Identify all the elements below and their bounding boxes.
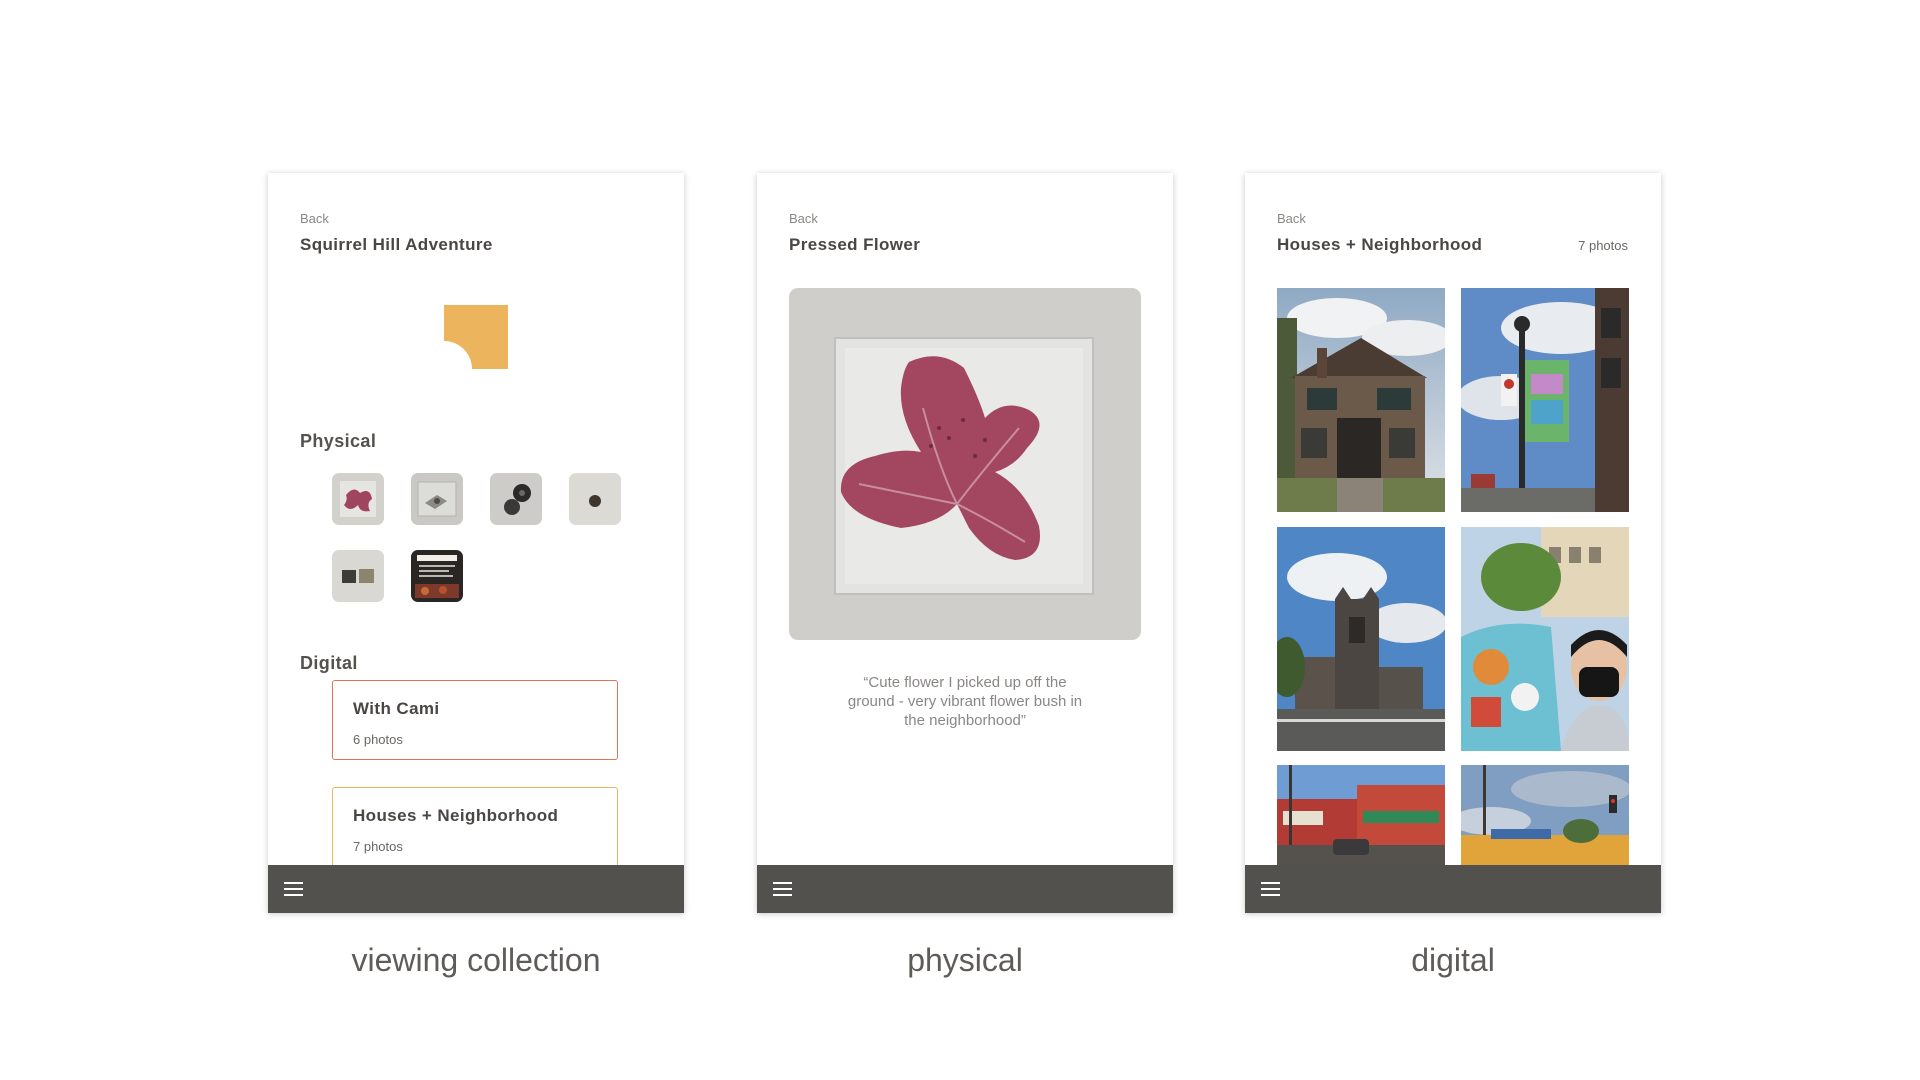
item-note-quote: “Cute flower I picked up off the ground … [847, 674, 1083, 729]
physical-item-screen: Back Pressed Flower “Cute flower I picke… [757, 173, 1173, 913]
hamburger-menu-icon[interactable] [284, 882, 303, 896]
selfie-mural-photo[interactable] [1461, 527, 1629, 751]
back-link[interactable]: Back [300, 211, 329, 226]
bottom-bar [1245, 865, 1661, 913]
collection-content: Back Squirrel Hill Adventure Physical Di… [268, 173, 684, 865]
hamburger-menu-icon[interactable] [1261, 882, 1280, 896]
back-link[interactable]: Back [789, 211, 818, 226]
album-title: With Cami [353, 699, 440, 718]
physical-heading: Physical [300, 431, 377, 451]
page-title: Squirrel Hill Adventure [300, 235, 493, 254]
church-tower-photo[interactable] [1277, 527, 1445, 751]
wrapped-item-thumbnail[interactable] [411, 473, 463, 525]
digital-content: Back Houses + Neighborhood 7 photos [1245, 173, 1661, 865]
buttons-thumbnail[interactable] [490, 473, 542, 525]
collection-screen: Back Squirrel Hill Adventure Physical Di… [268, 173, 684, 913]
noodles-card-thumbnail[interactable] [411, 550, 463, 602]
pressed-flower-photo[interactable] [789, 288, 1141, 640]
digital-album-screen: Back Houses + Neighborhood 7 photos [1245, 173, 1661, 913]
hamburger-menu-icon[interactable] [773, 882, 792, 896]
seed-thumbnail[interactable] [569, 473, 621, 525]
pressed-flower-thumbnail[interactable] [332, 473, 384, 525]
bottom-bar [268, 865, 684, 913]
tiles-thumbnail[interactable] [332, 550, 384, 602]
back-link[interactable]: Back [1277, 211, 1306, 226]
digital-heading: Digital [300, 653, 358, 673]
page-title: Pressed Flower [789, 235, 921, 254]
album-photo-count: 6 photos [353, 732, 403, 747]
caption-digital: digital [1411, 942, 1495, 978]
page-title: Houses + Neighborhood [1277, 235, 1483, 254]
album-title: Houses + Neighborhood [353, 806, 559, 825]
storefront-street-photo[interactable] [1277, 765, 1445, 865]
caption-physical: physical [907, 942, 1023, 978]
street-banner-photo[interactable] [1461, 288, 1629, 512]
bottom-bar [757, 865, 1173, 913]
tudor-house-photo[interactable] [1277, 288, 1445, 512]
caption-viewing-collection: viewing collection [351, 942, 601, 978]
album-photo-count: 7 photos [353, 839, 403, 854]
album-card-houses-neighborhood[interactable]: Houses + Neighborhood 7 photos [332, 787, 618, 865]
intersection-sky-photo[interactable] [1461, 765, 1629, 865]
physical-content: Back Pressed Flower “Cute flower I picke… [757, 173, 1173, 865]
album-card-with-cami[interactable]: With Cami 6 photos [332, 680, 618, 760]
album-photo-count: 7 photos [1578, 238, 1628, 253]
